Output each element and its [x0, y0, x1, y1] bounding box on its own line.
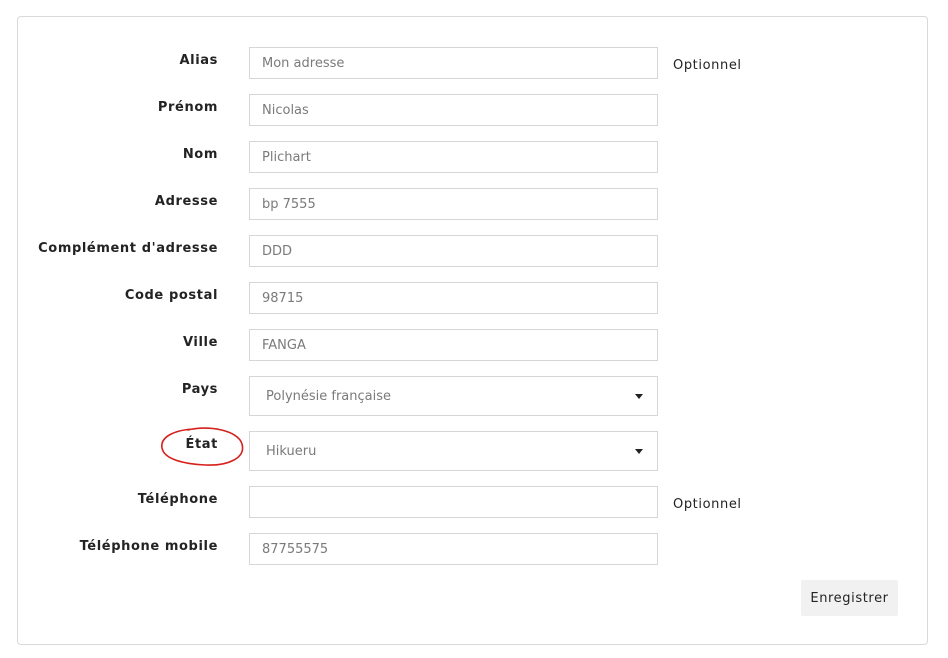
address2-label: Complément d'adresse	[38, 241, 218, 256]
alias-input-value: Mon adresse	[262, 55, 345, 71]
city-input[interactable]: FANGA	[249, 329, 658, 361]
postcode-input[interactable]: 98715	[249, 282, 658, 314]
postcode-input-value: 98715	[262, 290, 304, 306]
postcode-label: Code postal	[124, 288, 218, 303]
phone-label: Téléphone	[137, 492, 218, 507]
firstname-input[interactable]: Nicolas	[249, 94, 658, 126]
address-input-value: bp 7555	[262, 196, 316, 212]
mobile-input-value: 87755575	[262, 541, 329, 557]
state-select[interactable]: Hikueru	[249, 431, 658, 471]
country-select[interactable]: Polynésie française	[249, 376, 658, 416]
city-label: Ville	[182, 335, 218, 350]
address2-input-value: DDD	[262, 243, 293, 259]
mobile-label: Téléphone mobile	[79, 539, 218, 554]
lastname-label: Nom	[182, 147, 218, 162]
lastname-input-value: Plichart	[262, 149, 311, 165]
chevron-down-icon	[635, 449, 643, 454]
city-input-value: FANGA	[262, 337, 306, 353]
mobile-input[interactable]: 87755575	[249, 533, 658, 565]
country-select-value: Polynésie française	[266, 388, 392, 404]
firstname-input-value: Nicolas	[262, 102, 309, 118]
country-label: Pays	[181, 382, 218, 397]
firstname-label: Prénom	[157, 100, 218, 115]
alias-label: Alias	[179, 53, 218, 68]
lastname-input[interactable]: Plichart	[249, 141, 658, 173]
address-label: Adresse	[154, 194, 218, 209]
state-label: État	[185, 437, 218, 452]
address-input[interactable]: bp 7555	[249, 188, 658, 220]
chevron-down-icon	[635, 394, 643, 399]
save-button[interactable]: Enregistrer	[801, 580, 898, 616]
state-select-value: Hikueru	[266, 443, 317, 459]
address2-input[interactable]: DDD	[249, 235, 658, 267]
phone-input[interactable]	[249, 486, 658, 518]
alias-input[interactable]: Mon adresse	[249, 47, 658, 79]
phone-optional-note: Optionnel	[673, 497, 742, 512]
alias-optional-note: Optionnel	[673, 58, 742, 73]
